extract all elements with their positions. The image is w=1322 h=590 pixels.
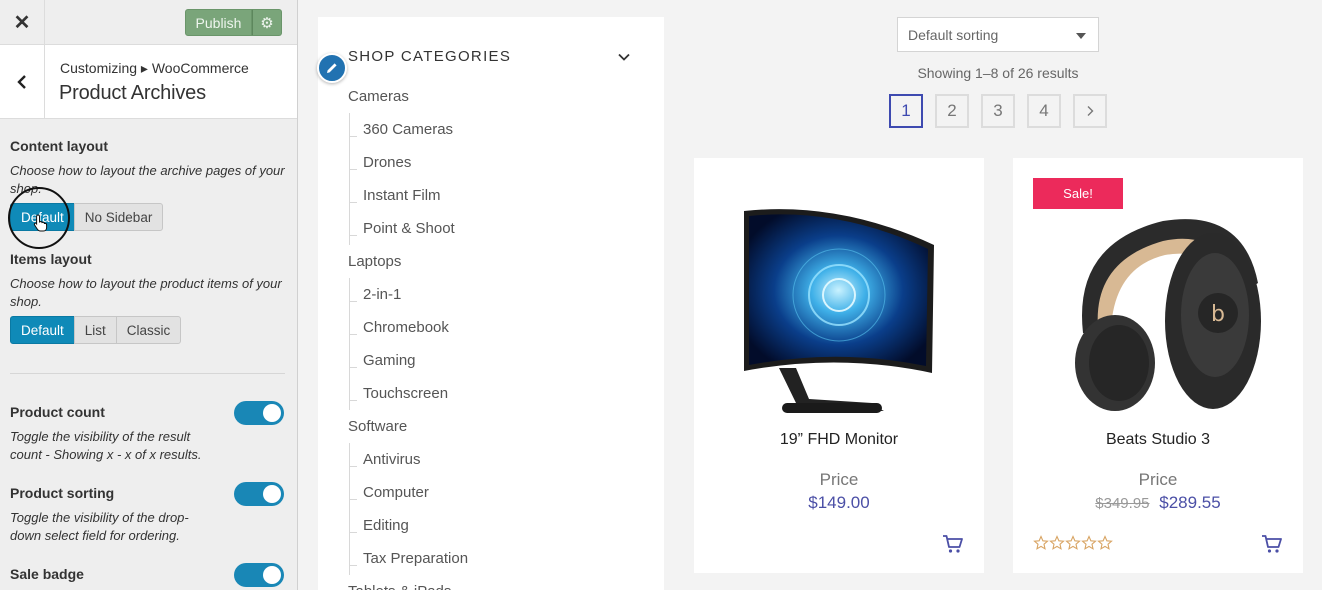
product-sorting-title: Product sorting: [10, 485, 115, 501]
chevron-down-icon[interactable]: [617, 50, 631, 64]
sale-badge: Sale!: [1033, 178, 1123, 209]
star-outline-icon: [1097, 535, 1113, 550]
product-name[interactable]: 19” FHD Monitor: [694, 431, 984, 449]
categories-title: SHOP CATEGORIES: [348, 48, 512, 65]
category-item[interactable]: Tax Preparation: [348, 542, 648, 575]
chevron-right-icon: [1087, 106, 1094, 116]
category-item[interactable]: Software: [348, 410, 648, 443]
product-price: $349.95 $289.55: [1013, 493, 1303, 513]
gear-icon: ⚙: [260, 14, 274, 32]
divider: [10, 373, 285, 374]
shop-categories-widget: SHOP CATEGORIES Cameras 360 Cameras Drones…: [318, 17, 664, 590]
next-page-button[interactable]: [1073, 94, 1107, 128]
star-outline-icon: [1081, 535, 1097, 550]
items-layout-options: Default List Classic: [10, 316, 182, 344]
category-item[interactable]: Computer: [348, 476, 648, 509]
category-item[interactable]: Antivirus: [348, 443, 648, 476]
items-layout-classic-button[interactable]: Classic: [115, 316, 182, 344]
star-outline-icon: [1049, 535, 1065, 550]
product-count-description: Toggle the visibility of the result coun…: [10, 429, 202, 462]
monitor-image: [744, 209, 934, 413]
page-2-button[interactable]: 2: [935, 94, 969, 128]
product-sorting-description: Toggle the visibility of the drop-down s…: [10, 510, 189, 543]
product-name[interactable]: Beats Studio 3: [1013, 431, 1303, 449]
product-price: $149.00: [694, 493, 984, 513]
product-card-headphones[interactable]: b Sale! Beats Studio 3 Price $349.95 $28…: [1013, 158, 1303, 573]
rating-stars: [1033, 535, 1113, 551]
page-3-button[interactable]: 3: [981, 94, 1015, 128]
items-layout-description: Choose how to layout the product items o…: [10, 276, 282, 309]
category-item[interactable]: Point & Shoot: [348, 212, 648, 245]
customizer-sidebar: ✕ Publish ⚙ Customizing ▸ WooCommerce Pr…: [0, 0, 298, 590]
categories-list: Cameras 360 Cameras Drones Instant Film Poin…: [348, 80, 648, 590]
close-button[interactable]: ✕: [0, 0, 45, 44]
pagination: 1 2 3 4: [889, 94, 1119, 128]
content-layout-title: Content layout: [10, 138, 108, 154]
section-header: Customizing ▸ WooCommerce Product Archiv…: [0, 45, 297, 119]
category-item[interactable]: Laptops: [348, 245, 648, 278]
content-layout-no-sidebar-button[interactable]: No Sidebar: [73, 203, 164, 231]
customizer-topbar: ✕ Publish ⚙: [0, 0, 297, 45]
svg-text:b: b: [1211, 302, 1225, 327]
category-item[interactable]: Instant Film: [348, 179, 648, 212]
close-icon: ✕: [13, 11, 31, 34]
price-label: Price: [819, 470, 859, 489]
old-price: $349.95: [1095, 495, 1150, 512]
content-layout-description: Choose how to layout the archive pages o…: [10, 163, 285, 196]
category-item[interactable]: 360 Cameras: [348, 113, 648, 146]
category-item[interactable]: 2-in-1: [348, 278, 648, 311]
price-label: Price: [1138, 470, 1178, 489]
page-4-button[interactable]: 4: [1027, 94, 1061, 128]
chevron-left-icon: [17, 74, 26, 89]
result-count: Showing 1–8 of 26 results: [917, 65, 1079, 81]
items-layout-list-button[interactable]: List: [73, 316, 117, 344]
pencil-icon: [327, 63, 337, 73]
product-count-toggle[interactable]: [234, 401, 284, 425]
current-price: $149.00: [808, 493, 870, 512]
category-item[interactable]: Tablets & iPads: [348, 575, 648, 590]
headphones-image: b: [1075, 219, 1261, 411]
sale-badge-toggle[interactable]: [234, 563, 284, 587]
category-item[interactable]: Chromebook: [348, 311, 648, 344]
product-card-monitor[interactable]: 19” FHD Monitor Price $149.00: [694, 158, 984, 573]
star-outline-icon: [1033, 535, 1049, 550]
section-title: Product Archives: [59, 82, 206, 104]
sorting-value: Default sorting: [908, 26, 999, 43]
sorting-select[interactable]: Default sorting: [897, 17, 1099, 52]
add-to-cart-icon[interactable]: [1261, 533, 1283, 555]
hand-cursor-icon: [33, 214, 48, 232]
site-preview: SHOP CATEGORIES Cameras 360 Cameras Drones…: [298, 0, 1322, 590]
add-to-cart-icon[interactable]: [942, 533, 964, 555]
sale-badge-title: Sale badge: [10, 566, 84, 582]
product-count-title: Product count: [10, 404, 105, 420]
items-layout-default-button[interactable]: Default: [10, 316, 75, 344]
items-layout-title: Items layout: [10, 251, 92, 267]
publish-settings-button[interactable]: ⚙: [252, 9, 282, 36]
star-outline-icon: [1065, 535, 1081, 550]
back-button[interactable]: [0, 45, 45, 118]
breadcrumb: Customizing ▸ WooCommerce: [60, 60, 249, 76]
edit-shortcut-button[interactable]: [317, 53, 347, 83]
category-item[interactable]: Touchscreen: [348, 377, 648, 410]
publish-button[interactable]: Publish: [185, 9, 252, 36]
page-1-button[interactable]: 1: [889, 94, 923, 128]
category-item[interactable]: Cameras: [348, 80, 648, 113]
product-sorting-toggle[interactable]: [234, 482, 284, 506]
category-item[interactable]: Drones: [348, 146, 648, 179]
dropdown-arrow-icon: [1076, 33, 1086, 39]
current-price: $289.55: [1159, 493, 1221, 512]
category-item[interactable]: Gaming: [348, 344, 648, 377]
category-item[interactable]: Editing: [348, 509, 648, 542]
